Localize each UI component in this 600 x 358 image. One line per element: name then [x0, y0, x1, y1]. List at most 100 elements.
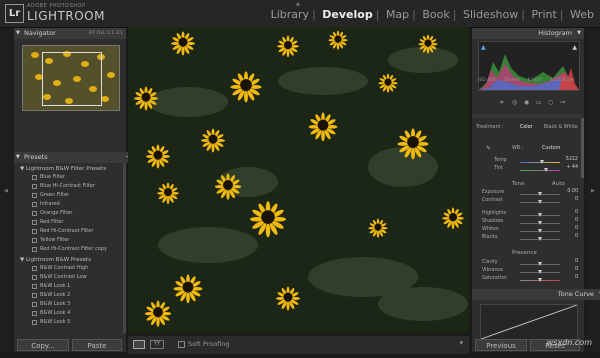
paste-settings-button[interactable]: Paste	[72, 339, 122, 351]
whites-slider[interactable]	[520, 229, 560, 233]
shadows-value[interactable]: 0	[562, 218, 578, 223]
histogram-header[interactable]: Histogram ▼	[472, 28, 584, 39]
exposure-slider[interactable]	[520, 192, 560, 196]
module-book[interactable]: Book	[422, 8, 449, 21]
tone-auto-button[interactable]: Auto	[552, 181, 565, 187]
shadows-slider[interactable]	[520, 221, 560, 225]
preset-folder[interactable]: ▼ Lightroom B&W Filter Presets	[20, 166, 106, 172]
presets-scrollbar[interactable]	[123, 163, 126, 333]
tone-curve-graph[interactable]	[480, 304, 578, 340]
highlights-value[interactable]: 0	[562, 210, 578, 215]
exposure-value[interactable]: 0.00	[562, 189, 578, 194]
graduated-filter-icon[interactable]: ▭	[536, 99, 542, 106]
right-panel-edge[interactable]: ▶	[586, 28, 600, 352]
temp-label: Temp	[494, 158, 507, 163]
basic-header[interactable]	[472, 114, 582, 118]
navigator-viewport-box[interactable]	[42, 52, 102, 106]
shadow-clipping-icon[interactable]: ▲	[481, 44, 486, 51]
module-header: ▲ Lr ADOBE PHOTOSHOP LIGHTROOM Library | …	[0, 0, 600, 28]
preset-item[interactable]: B&W Look 4	[40, 310, 70, 316]
wb-eyedropper-icon[interactable]: ✎	[486, 145, 491, 152]
preset-item[interactable]: B&W Look 5	[40, 319, 70, 325]
module-slideshow[interactable]: Slideshow	[463, 8, 518, 21]
right-panel-scrollbar[interactable]	[581, 118, 584, 178]
previous-button[interactable]: Previous	[475, 339, 527, 351]
preset-icon	[32, 320, 37, 325]
whites-value[interactable]: 0	[562, 226, 578, 231]
collapse-triangle-icon: ▼	[16, 154, 20, 160]
leaf-shape	[378, 287, 468, 321]
saturation-slider[interactable]	[520, 278, 560, 282]
histogram-title: Histogram	[538, 29, 572, 37]
crop-icon[interactable]: ⌗	[500, 99, 503, 107]
preset-item[interactable]: Blue Filter	[40, 174, 65, 180]
top-panel-toggle-icon[interactable]: ▲	[296, 1, 300, 7]
vibrance-value[interactable]: 0	[562, 267, 578, 272]
loupe-view-icon[interactable]	[133, 340, 145, 349]
navigator-preview[interactable]	[22, 45, 120, 111]
preset-item[interactable]: B&W Contrast Low	[40, 274, 87, 280]
red-eye-icon[interactable]: ◉	[524, 99, 529, 106]
preset-item[interactable]: Infrared	[40, 201, 60, 207]
navigator-zoom-options[interactable]: FIT FILL 1:1 3:1	[89, 28, 123, 39]
clarity-value[interactable]: 0	[562, 259, 578, 264]
preset-icon	[32, 247, 37, 252]
toolbar-menu-icon[interactable]: ▾	[459, 339, 463, 347]
preset-item[interactable]: B&W Contrast High	[40, 265, 88, 271]
develop-toolbar: YY Soft Proofing ▾	[128, 336, 469, 354]
navigator-header[interactable]: ▼ Navigator FIT FILL 1:1 3:1	[14, 28, 126, 39]
collapse-triangle-icon: ▼	[16, 30, 20, 36]
treatment-bw-button[interactable]: Black & White	[544, 125, 578, 130]
clarity-slider[interactable]	[520, 262, 560, 266]
highlight-clipping-icon[interactable]: ▲	[572, 44, 577, 51]
histogram-chart[interactable]: ▲ ▲	[478, 41, 580, 91]
treatment-color-button[interactable]: Color	[520, 125, 533, 130]
contrast-value[interactable]: 0	[562, 197, 578, 202]
spot-removal-icon[interactable]: ◎	[512, 99, 517, 106]
contrast-slider[interactable]	[520, 200, 560, 204]
tint-value[interactable]: + 44	[562, 165, 578, 170]
highlights-slider[interactable]	[520, 213, 560, 217]
preset-item[interactable]: Red Filter	[40, 219, 63, 225]
wb-preset-select[interactable]: Custom	[542, 146, 560, 151]
tint-slider[interactable]	[520, 168, 560, 172]
preset-icon	[32, 266, 37, 271]
blacks-slider[interactable]	[520, 237, 560, 241]
blacks-value[interactable]: 0	[562, 234, 578, 239]
adjustment-brush-icon[interactable]: ⊸	[560, 99, 565, 106]
treatment-row: Treatment : Color Black & White	[472, 125, 584, 137]
preset-icon	[32, 238, 37, 243]
preset-item[interactable]: Green Filter	[40, 192, 69, 198]
preset-item[interactable]: Yellow Filter	[40, 237, 69, 243]
temp-slider[interactable]	[520, 160, 560, 164]
vibrance-slider[interactable]	[520, 270, 560, 274]
module-map[interactable]: Map	[386, 8, 409, 21]
preset-item[interactable]: B&W Look 3	[40, 301, 70, 307]
preset-item[interactable]: B&W Look 1	[40, 283, 70, 289]
presets-header[interactable]: ▼ Presets +	[14, 152, 136, 163]
module-web[interactable]: Web	[570, 8, 594, 21]
module-library[interactable]: Library	[271, 8, 309, 21]
preset-item[interactable]: Red Hi-Contrast Filter	[40, 228, 93, 234]
temp-value[interactable]: 5222	[562, 157, 578, 162]
collapse-right-icon[interactable]: ▶	[591, 188, 595, 194]
left-panel-edge[interactable]: ◀	[0, 28, 13, 352]
soft-proofing-checkbox[interactable]	[178, 341, 185, 348]
preset-item[interactable]: Blue Hi-Contrast Filter	[40, 183, 95, 189]
preset-item[interactable]: B&W Look 2	[40, 292, 70, 298]
radial-filter-icon[interactable]: ○	[548, 99, 553, 106]
preset-icon	[32, 311, 37, 316]
shutter-speed: 1/1250 sec	[550, 78, 575, 83]
preset-folder[interactable]: ▼ Lightroom B&W Presets	[20, 257, 91, 263]
collapse-left-icon[interactable]: ◀	[4, 188, 8, 194]
preset-item[interactable]: Red Hi-Contrast Filter copy	[40, 246, 107, 252]
preset-item[interactable]: Orange Filter	[40, 210, 72, 216]
module-print[interactable]: Print	[531, 8, 556, 21]
module-develop[interactable]: Develop	[322, 8, 372, 21]
copy-settings-button[interactable]: Copy...	[17, 339, 69, 351]
tone-curve-header[interactable]: Tone Curve ▼	[472, 289, 600, 300]
saturation-value[interactable]: 0	[562, 275, 578, 280]
main-photo[interactable]	[128, 27, 469, 333]
before-after-icon[interactable]: YY	[150, 340, 164, 349]
tone-label: Tone	[512, 181, 525, 187]
